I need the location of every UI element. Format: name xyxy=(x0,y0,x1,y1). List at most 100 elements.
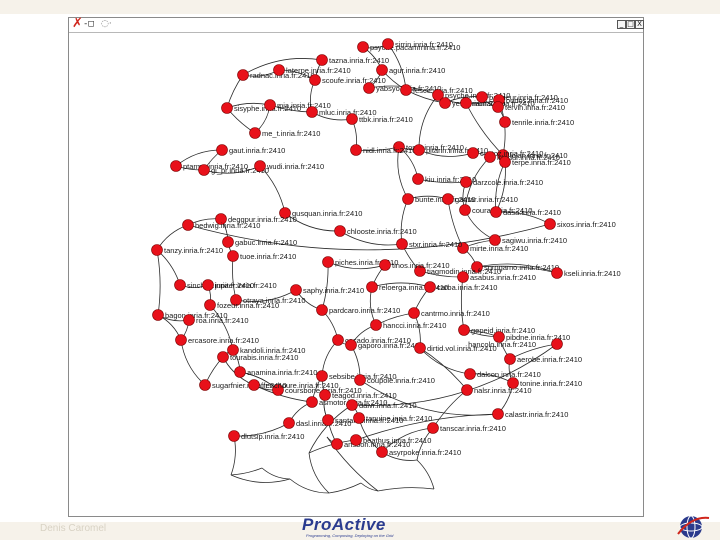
graph-node-dot[interactable] xyxy=(222,236,234,248)
graph-node[interactable]: hancci.inria.fr:2410 xyxy=(370,319,447,331)
graph-node-dot[interactable] xyxy=(376,64,388,76)
graph-node-dot[interactable] xyxy=(227,250,239,262)
graph-node-dot[interactable] xyxy=(334,225,346,237)
graph-node-dot[interactable] xyxy=(499,116,511,128)
graph-node[interactable]: scoufe.inria.fr:2410 xyxy=(309,74,386,86)
graph-node[interactable]: fozeur.inria.fr:2410 xyxy=(204,299,280,311)
graph-node[interactable]: saphy.inria.fr:2410 xyxy=(290,284,365,296)
graph-node-dot[interactable] xyxy=(464,368,476,380)
graph-node-dot[interactable] xyxy=(457,271,469,283)
graph-node-dot[interactable] xyxy=(350,434,362,446)
graph-node-dot[interactable] xyxy=(551,267,563,279)
graph-node[interactable]: nalsr.inria.fr:2410 xyxy=(461,384,532,396)
graph-node-dot[interactable] xyxy=(234,366,246,378)
graph-node-dot[interactable] xyxy=(152,309,164,321)
graph-node[interactable]: mirte.inria.fr:2410 xyxy=(457,242,529,254)
graph-node[interactable]: chlooste.inria.fr:2410 xyxy=(334,225,417,237)
graph-node[interactable]: asyrpoke.inria.fr:2410 xyxy=(376,446,462,458)
graph-node-dot[interactable] xyxy=(504,353,516,365)
graph-node[interactable]: nidl.inria.fr:2410 xyxy=(350,144,417,156)
graph-node-dot[interactable] xyxy=(353,412,365,424)
graph-node[interactable]: stxr.inria.fr:2410 xyxy=(396,238,463,250)
graph-node[interactable]: frenchoure.inria.fr:2410 xyxy=(248,379,339,391)
graph-node-dot[interactable] xyxy=(228,430,240,442)
graph-node-dot[interactable] xyxy=(396,238,408,250)
graph-node[interactable]: coupole.inria.fr:2410 xyxy=(354,374,435,386)
graph-node-dot[interactable] xyxy=(316,370,328,382)
graph-node-dot[interactable] xyxy=(322,256,334,268)
graph-node[interactable]: tuoe.inria.fr:2410 xyxy=(227,250,297,262)
graph-node[interactable]: me_t.inria.fr:2410 xyxy=(249,127,321,139)
graph-node-dot[interactable] xyxy=(249,127,261,139)
graph-node[interactable]: gabuc.inria.fr:2410 xyxy=(222,236,298,248)
graph-node-dot[interactable] xyxy=(357,41,369,53)
graph-node-dot[interactable] xyxy=(273,64,285,76)
graph-node-dot[interactable] xyxy=(283,417,295,429)
graph-node-dot[interactable] xyxy=(174,279,186,291)
graph-node-dot[interactable] xyxy=(217,351,229,363)
graph-node[interactable]: anamina.inria.fr:2410 xyxy=(234,366,318,378)
graph-node-dot[interactable] xyxy=(460,176,472,188)
graph-node[interactable]: sixos.inria.fr:2410 xyxy=(544,218,616,230)
graph-node[interactable]: tazna.inria.fr:2410 xyxy=(316,54,390,66)
graph-node-dot[interactable] xyxy=(459,204,471,216)
graph-node-dot[interactable] xyxy=(182,219,194,231)
graph-node-dot[interactable] xyxy=(458,324,470,336)
graph-node-dot[interactable] xyxy=(345,339,357,351)
graph-node[interactable]: tourabis.inria.fr:2410 xyxy=(217,351,299,363)
graph-node[interactable]: tenrile.inria.fr:2410 xyxy=(499,116,575,128)
graph-node[interactable]: agur.inria.fr:2410 xyxy=(376,64,446,76)
graph-node-dot[interactable] xyxy=(461,384,473,396)
graph-node[interactable]: gaut.inria.fr:2410 xyxy=(216,144,286,156)
graph-node-dot[interactable] xyxy=(476,91,488,103)
graph-node-dot[interactable] xyxy=(424,281,436,293)
graph-node[interactable]: darzcole.inria.fr:2410 xyxy=(460,176,544,188)
graph-node-dot[interactable] xyxy=(316,54,328,66)
graph-node-dot[interactable] xyxy=(412,173,424,185)
graph-node-dot[interactable] xyxy=(499,156,511,168)
graph-node-dot[interactable] xyxy=(460,97,472,109)
graph-node-dot[interactable] xyxy=(402,193,414,205)
graph-node-dot[interactable] xyxy=(346,113,358,125)
graph-node[interactable]: beathus.inria.fr:2410 xyxy=(350,434,432,446)
graph-node-dot[interactable] xyxy=(306,396,318,408)
graph-node[interactable]: laterpe.inria.fr:2410 xyxy=(273,64,351,76)
graph-node[interactable]: ercasore.inria.fr:2410 xyxy=(175,334,259,346)
graph-node-dot[interactable] xyxy=(400,84,412,96)
graph-node[interactable]: tapuine.inria.fr:2410 xyxy=(353,412,433,424)
graph-node[interactable]: kseli.inria.fr:2410 xyxy=(551,267,621,279)
graph-node-dot[interactable] xyxy=(322,414,334,426)
graph-node-dot[interactable] xyxy=(376,446,388,458)
graph-node-dot[interactable] xyxy=(216,144,228,156)
graph-node-dot[interactable] xyxy=(254,160,266,172)
graph-node-dot[interactable] xyxy=(379,259,391,271)
graph-node-dot[interactable] xyxy=(264,99,276,111)
graph-node-dot[interactable] xyxy=(366,281,378,293)
graph-node-dot[interactable] xyxy=(492,408,504,420)
graph-node[interactable]: calastr.inria.fr:2410 xyxy=(492,408,569,420)
graph-node-dot[interactable] xyxy=(408,307,420,319)
graph-node-dot[interactable] xyxy=(346,399,358,411)
graph-node-dot[interactable] xyxy=(248,379,260,391)
graph-node-dot[interactable] xyxy=(544,218,556,230)
graph-node-dot[interactable] xyxy=(490,206,502,218)
graph-node-dot[interactable] xyxy=(151,244,163,256)
graph-node-dot[interactable] xyxy=(309,74,321,86)
graph-node-dot[interactable] xyxy=(221,102,233,114)
graph-node-dot[interactable] xyxy=(354,374,366,386)
graph-node-dot[interactable] xyxy=(332,334,344,346)
graph-node-dot[interactable] xyxy=(370,319,382,331)
graph-node-dot[interactable] xyxy=(199,379,211,391)
graph-node-dot[interactable] xyxy=(427,422,439,434)
graph-node-dot[interactable] xyxy=(414,342,426,354)
graph-node[interactable]: reloerga.inria.fr:2410 xyxy=(366,281,449,293)
graph-node-dot[interactable] xyxy=(183,314,195,326)
graph-node-dot[interactable] xyxy=(413,144,425,156)
graph-node-dot[interactable] xyxy=(484,151,496,163)
graph-node-dot[interactable] xyxy=(198,164,210,176)
graph-node-dot[interactable] xyxy=(442,193,454,205)
graph-node-dot[interactable] xyxy=(290,284,302,296)
graph-node-dot[interactable] xyxy=(467,147,479,159)
graph-node-dot[interactable] xyxy=(363,82,375,94)
graph-node[interactable]: cantrmo.inria.fr:2410 xyxy=(408,307,490,319)
